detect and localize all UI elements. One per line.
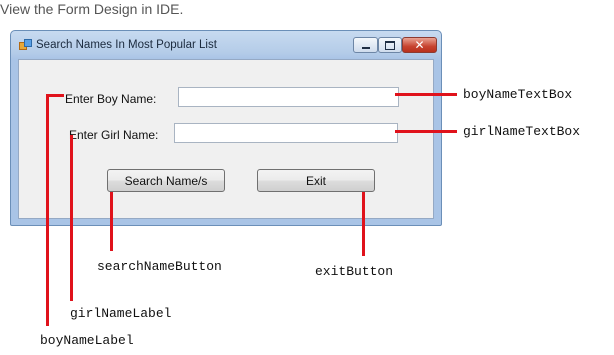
window-titlebar[interactable]: Search Names In Most Popular List ✕ bbox=[11, 31, 441, 59]
close-icon: ✕ bbox=[414, 38, 425, 52]
search-name-button[interactable]: Search Name/s bbox=[107, 169, 225, 192]
girl-name-textbox[interactable] bbox=[174, 123, 398, 143]
form-client-area: Enter Boy Name: Enter Girl Name: Search … bbox=[18, 59, 434, 219]
boy-textbox-callout-line bbox=[395, 93, 457, 96]
girl-textbox-annotation: girlNameTextBox bbox=[463, 124, 581, 139]
search-button-callout-line bbox=[110, 192, 113, 251]
minimize-icon bbox=[361, 46, 370, 49]
boy-label-callout-line bbox=[46, 94, 49, 326]
form-window: Search Names In Most Popular List ✕ Ente… bbox=[10, 30, 442, 226]
girl-name-label: Enter Girl Name: bbox=[69, 128, 159, 142]
form-icon bbox=[19, 39, 32, 51]
maximize-icon bbox=[385, 40, 395, 50]
boy-name-label: Enter Boy Name: bbox=[65, 92, 157, 106]
boy-label-callout-tick bbox=[46, 94, 64, 97]
exit-button-annotation: exitButton bbox=[315, 264, 394, 279]
exit-button[interactable]: Exit bbox=[257, 169, 375, 192]
minimize-button[interactable] bbox=[353, 37, 378, 53]
boy-label-annotation: boyNameLabel bbox=[40, 333, 134, 348]
window-title: Search Names In Most Popular List bbox=[36, 39, 217, 51]
girl-label-callout-line bbox=[70, 135, 73, 301]
close-button[interactable]: ✕ bbox=[402, 37, 437, 53]
boy-textbox-annotation: boyNameTextBox bbox=[463, 87, 573, 102]
girl-textbox-callout-line bbox=[395, 130, 457, 133]
exit-button-callout-line bbox=[362, 192, 365, 256]
girl-label-annotation: girlNameLabel bbox=[70, 306, 172, 321]
maximize-button[interactable] bbox=[378, 37, 402, 53]
page-caption: View the Form Design in IDE. bbox=[0, 1, 184, 17]
boy-name-textbox[interactable] bbox=[178, 87, 399, 107]
search-button-annotation: searchNameButton bbox=[97, 259, 222, 274]
